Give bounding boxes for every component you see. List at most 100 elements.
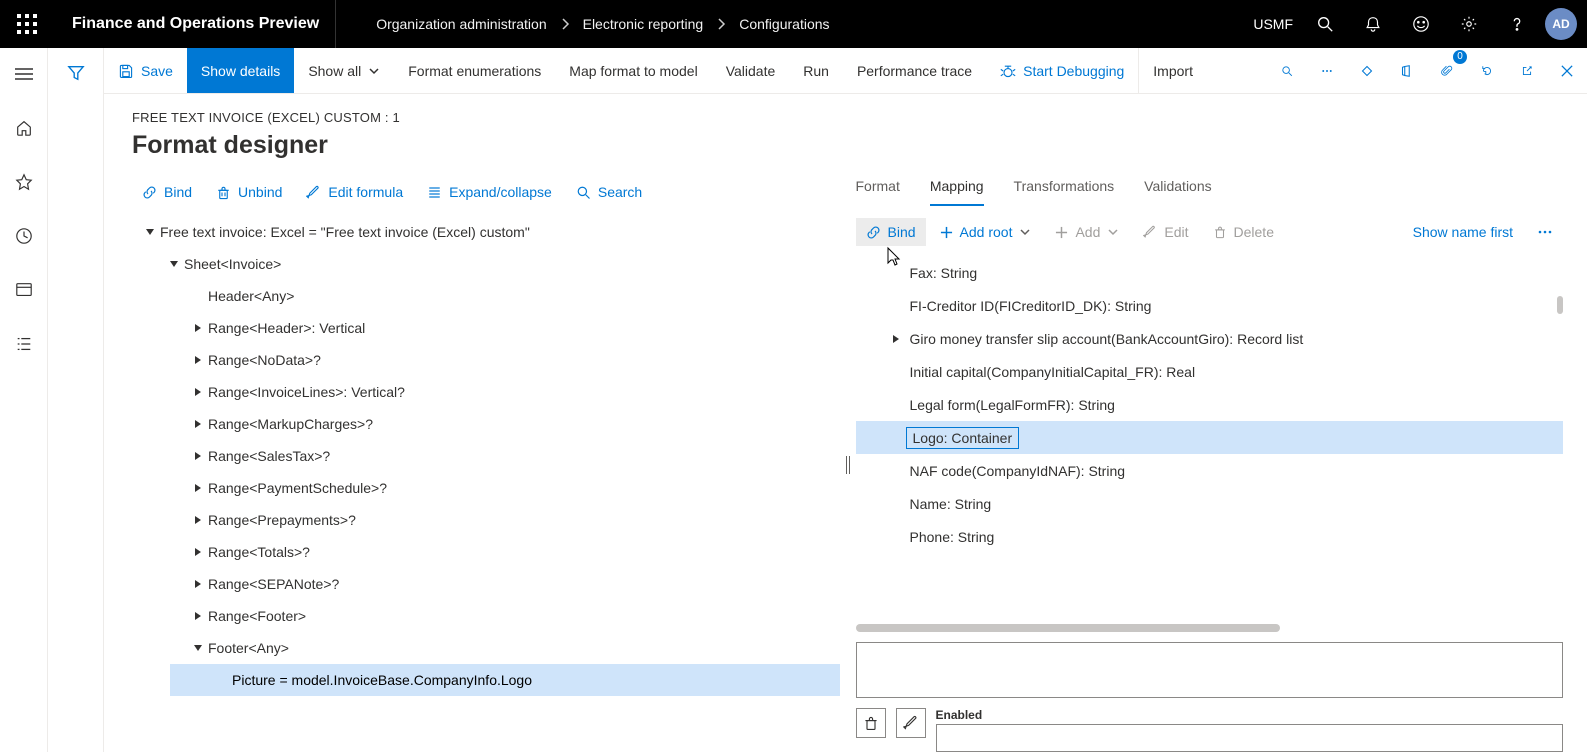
- user-avatar[interactable]: AD: [1545, 8, 1577, 40]
- caret-right-icon[interactable]: [188, 451, 208, 461]
- home-icon[interactable]: [0, 110, 48, 146]
- caret-right-icon[interactable]: [188, 579, 208, 589]
- caret-down-icon[interactable]: [188, 643, 208, 653]
- chevron-right-icon: [557, 16, 573, 32]
- more-commands-icon[interactable]: [1307, 48, 1347, 93]
- tree-row[interactable]: Range<PaymentSchedule>?: [132, 472, 840, 504]
- data-row[interactable]: NAF code(CompanyIdNAF): String: [856, 454, 1564, 487]
- settings-icon[interactable]: [1445, 0, 1493, 48]
- run-button[interactable]: Run: [789, 48, 843, 93]
- recent-icon[interactable]: [0, 218, 48, 254]
- command-search-icon[interactable]: [1267, 48, 1307, 93]
- data-label: Phone: String: [906, 527, 999, 547]
- tree-row[interactable]: Picture = model.InvoiceBase.CompanyInfo.…: [170, 664, 840, 696]
- tree-row[interactable]: Range<SalesTax>?: [132, 440, 840, 472]
- caret-right-icon[interactable]: [886, 334, 906, 344]
- data-row[interactable]: Giro money transfer slip account(BankAcc…: [856, 322, 1564, 355]
- caret-down-icon[interactable]: [140, 227, 160, 237]
- unbind-button[interactable]: Unbind: [206, 178, 292, 206]
- tab-mapping[interactable]: Mapping: [930, 178, 984, 206]
- tab-transformations[interactable]: Transformations: [1014, 178, 1115, 206]
- breadcrumb-item[interactable]: Configurations: [739, 16, 829, 32]
- caret-right-icon[interactable]: [188, 515, 208, 525]
- close-icon[interactable]: [1547, 48, 1587, 93]
- data-row[interactable]: FI-Creditor ID(FICreditorID_DK): String: [856, 289, 1564, 322]
- tree-row[interactable]: Header<Any>: [132, 280, 840, 312]
- save-button[interactable]: Save: [104, 48, 187, 93]
- office-icon[interactable]: [1387, 48, 1427, 93]
- nav-expand-icon[interactable]: [0, 56, 48, 92]
- data-row[interactable]: Phone: String: [856, 520, 1564, 553]
- tree-row[interactable]: Range<MarkupCharges>?: [132, 408, 840, 440]
- map-format-button[interactable]: Map format to model: [555, 48, 711, 93]
- delete-formula-button[interactable]: [856, 708, 886, 738]
- validate-button[interactable]: Validate: [712, 48, 790, 93]
- data-source-tree[interactable]: Fax: StringFI-Creditor ID(FICreditorID_D…: [856, 256, 1564, 622]
- attachments-icon[interactable]: 0: [1427, 48, 1467, 93]
- mapping-more-icon[interactable]: [1527, 218, 1563, 246]
- splitter[interactable]: [840, 178, 856, 752]
- tree-row[interactable]: Range<Totals>?: [132, 536, 840, 568]
- show-name-first-button[interactable]: Show name first: [1403, 218, 1523, 246]
- favorites-icon[interactable]: [0, 164, 48, 200]
- tree-row[interactable]: Range<Header>: Vertical: [132, 312, 840, 344]
- modules-icon[interactable]: [0, 326, 48, 362]
- import-button[interactable]: Import: [1139, 48, 1207, 93]
- data-row[interactable]: Logo: Container: [856, 421, 1564, 454]
- performance-trace-button[interactable]: Performance trace: [843, 48, 986, 93]
- show-details-button[interactable]: Show details: [187, 48, 294, 93]
- enabled-input[interactable]: [936, 724, 1564, 752]
- tree-label: Free text invoice: Excel = "Free text in…: [160, 220, 530, 244]
- mapping-bind-button[interactable]: Bind: [856, 218, 926, 246]
- tree-row[interactable]: Range<SEPANote>?: [132, 568, 840, 600]
- caret-right-icon[interactable]: [188, 611, 208, 621]
- caret-down-icon[interactable]: [164, 259, 184, 269]
- horizontal-scrollbar[interactable]: [856, 624, 1564, 632]
- format-tree[interactable]: Free text invoice: Excel = "Free text in…: [132, 216, 840, 752]
- data-row[interactable]: Name: String: [856, 487, 1564, 520]
- caret-right-icon[interactable]: [188, 547, 208, 557]
- tree-row[interactable]: Range<Footer>: [132, 600, 840, 632]
- tree-row[interactable]: Sheet<Invoice>: [132, 248, 840, 280]
- tab-validations[interactable]: Validations: [1144, 178, 1211, 206]
- scrollbar-thumb[interactable]: [1557, 296, 1563, 314]
- search-button[interactable]: Search: [566, 178, 652, 206]
- breadcrumb-item[interactable]: Electronic reporting: [583, 16, 704, 32]
- diamond-icon[interactable]: [1347, 48, 1387, 93]
- popout-icon[interactable]: [1507, 48, 1547, 93]
- tab-format[interactable]: Format: [856, 178, 900, 206]
- tree-row[interactable]: Range<InvoiceLines>: Vertical?: [132, 376, 840, 408]
- start-debugging-button[interactable]: Start Debugging: [986, 48, 1138, 93]
- caret-right-icon[interactable]: [188, 387, 208, 397]
- edit-formula-sq-button[interactable]: [896, 708, 926, 738]
- show-all-button[interactable]: Show all: [294, 48, 394, 93]
- edit-formula-button[interactable]: Edit formula: [296, 178, 413, 206]
- add-root-button[interactable]: Add root: [930, 218, 1042, 246]
- tree-row[interactable]: Range<NoData>?: [132, 344, 840, 376]
- company-picker[interactable]: USMF: [1253, 16, 1301, 32]
- formula-textarea[interactable]: [856, 642, 1564, 698]
- tree-row[interactable]: Free text invoice: Excel = "Free text in…: [132, 216, 840, 248]
- notifications-icon[interactable]: [1349, 0, 1397, 48]
- help-icon[interactable]: [1493, 0, 1541, 48]
- app-launcher-icon[interactable]: [0, 0, 54, 48]
- tree-row[interactable]: Range<Prepayments>?: [132, 504, 840, 536]
- caret-right-icon[interactable]: [188, 419, 208, 429]
- feedback-icon[interactable]: [1397, 0, 1445, 48]
- caret-right-icon[interactable]: [188, 483, 208, 493]
- data-row[interactable]: Legal form(LegalFormFR): String: [856, 388, 1564, 421]
- app-body: Save Show details Show all Format enumer…: [0, 48, 1587, 752]
- expand-collapse-button[interactable]: Expand/collapse: [417, 178, 562, 206]
- workspaces-icon[interactable]: [0, 272, 48, 308]
- bind-button[interactable]: Bind: [132, 178, 202, 206]
- search-icon[interactable]: [1301, 0, 1349, 48]
- caret-right-icon[interactable]: [188, 323, 208, 333]
- filter-icon[interactable]: [67, 64, 85, 752]
- data-row[interactable]: Initial capital(CompanyInitialCapital_FR…: [856, 355, 1564, 388]
- tree-row[interactable]: Footer<Any>: [132, 632, 840, 664]
- refresh-icon[interactable]: [1467, 48, 1507, 93]
- format-enumerations-button[interactable]: Format enumerations: [394, 48, 555, 93]
- data-row[interactable]: Fax: String: [856, 256, 1564, 289]
- caret-right-icon[interactable]: [188, 355, 208, 365]
- breadcrumb-item[interactable]: Organization administration: [376, 16, 546, 32]
